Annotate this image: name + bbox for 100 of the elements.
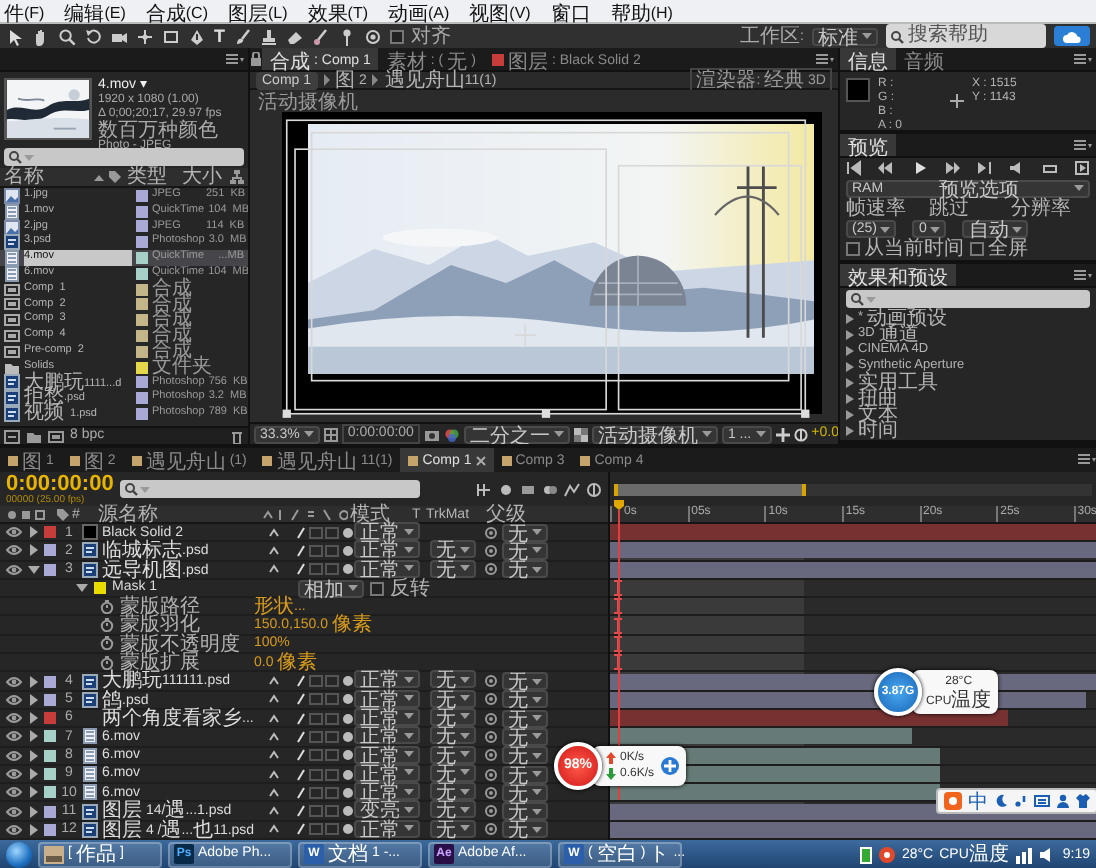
fast-preview-icon[interactable] bbox=[775, 427, 790, 441]
track-matte-dropdown[interactable]: 无 bbox=[430, 745, 476, 764]
close-icon[interactable] bbox=[475, 456, 486, 466]
timecode[interactable]: 0:00:00:00 bbox=[6, 473, 114, 495]
effect-category[interactable]: 文本 bbox=[840, 406, 1096, 422]
composition-icon[interactable] bbox=[48, 429, 64, 443]
checkbox[interactable] bbox=[970, 242, 984, 257]
pan-icon[interactable] bbox=[136, 27, 154, 45]
stopwatch-icon[interactable] bbox=[100, 655, 114, 670]
expand-triangle-icon[interactable] bbox=[28, 730, 40, 743]
track-matte-dropdown[interactable]: 无 bbox=[430, 726, 476, 745]
expand-triangle-icon[interactable] bbox=[28, 768, 40, 780]
parent-dropdown[interactable]: 无 bbox=[502, 820, 548, 839]
brainstorm-icon[interactable] bbox=[586, 481, 602, 497]
blend-mode-dropdown[interactable]: 正常 bbox=[354, 689, 420, 708]
expand-triangle-icon[interactable] bbox=[28, 749, 40, 762]
panel-tab[interactable]: 信息 bbox=[840, 48, 896, 70]
app-tray-icon[interactable] bbox=[877, 845, 896, 863]
keyboard-icon[interactable] bbox=[1034, 794, 1050, 808]
eye-icon[interactable] bbox=[6, 749, 22, 762]
type-tool[interactable]: T bbox=[214, 26, 225, 46]
grid-icon[interactable] bbox=[323, 427, 338, 441]
panel-menu-icon[interactable] bbox=[816, 53, 834, 65]
blend-mode-dropdown[interactable]: 正常 bbox=[354, 819, 420, 838]
panel-menu-icon[interactable] bbox=[226, 53, 244, 65]
trash-icon[interactable] bbox=[230, 429, 244, 443]
eye-icon[interactable] bbox=[6, 526, 22, 539]
eye-icon[interactable] bbox=[6, 768, 22, 780]
search-field[interactable] bbox=[4, 148, 244, 166]
network-icon[interactable] bbox=[1014, 845, 1033, 863]
draft-3d-icon[interactable] bbox=[476, 481, 492, 497]
search-field[interactable] bbox=[846, 290, 1090, 308]
panel-menu-icon[interactable] bbox=[1078, 454, 1096, 466]
eye-icon[interactable] bbox=[6, 712, 22, 725]
sync-button[interactable] bbox=[1054, 26, 1090, 46]
search-field[interactable]: 搜索帮助 bbox=[886, 24, 1046, 48]
checkbox[interactable] bbox=[370, 581, 384, 596]
panel-menu-icon[interactable] bbox=[1074, 269, 1092, 281]
menu-item[interactable]: 窗口 bbox=[550, 1, 591, 23]
graph-editor-icon[interactable] bbox=[564, 481, 580, 497]
pin-icon[interactable] bbox=[337, 27, 355, 45]
ram-preview-icon[interactable] bbox=[1073, 160, 1090, 177]
column-header[interactable]: 模式 bbox=[350, 504, 412, 524]
eye-icon[interactable] bbox=[6, 675, 22, 688]
effect-category[interactable]: 时间 bbox=[840, 422, 1096, 438]
blend-mode-dropdown[interactable]: 正常 bbox=[354, 782, 420, 801]
eye-icon[interactable] bbox=[6, 544, 22, 557]
track-matte-dropdown[interactable]: 无 bbox=[430, 707, 476, 726]
stopwatch-icon[interactable] bbox=[100, 636, 114, 651]
effect-category[interactable]: 扭曲 bbox=[840, 390, 1096, 406]
expand-triangle-icon[interactable] bbox=[28, 712, 40, 725]
parent-dropdown[interactable]: 无 bbox=[502, 690, 548, 709]
input-mode-toggle[interactable]: 中 bbox=[968, 789, 988, 813]
punctuation-icon[interactable] bbox=[1014, 794, 1028, 808]
parent-dropdown[interactable]: 无 bbox=[502, 727, 548, 746]
track-matte-dropdown[interactable]: 无 bbox=[430, 782, 476, 801]
transparency-grid-icon[interactable] bbox=[573, 427, 588, 441]
stamp-icon[interactable] bbox=[259, 27, 277, 45]
user-icon[interactable] bbox=[1056, 794, 1070, 808]
track-matte-dropdown[interactable]: 无 bbox=[430, 763, 476, 782]
blend-mode-dropdown[interactable]: 正常 bbox=[354, 559, 420, 578]
expand-triangle-icon[interactable] bbox=[28, 675, 40, 688]
last-frame-icon[interactable] bbox=[976, 160, 993, 177]
parent-dropdown[interactable]: 无 bbox=[502, 746, 548, 765]
expand-triangle-icon[interactable] bbox=[28, 526, 40, 539]
parent-dropdown[interactable]: 无 bbox=[502, 672, 548, 691]
track-matte-dropdown[interactable]: 无 bbox=[430, 800, 476, 819]
expand-triangle-icon[interactable] bbox=[28, 823, 40, 836]
blend-mode-dropdown[interactable]: 正常 bbox=[354, 745, 420, 764]
blend-mode-dropdown[interactable]: 正常 bbox=[354, 726, 420, 745]
mask-mode-dropdown[interactable]: 相加 bbox=[298, 579, 364, 598]
blend-mode-dropdown[interactable]: 正常 bbox=[354, 763, 420, 782]
effect-category[interactable]: 实用工具 bbox=[840, 374, 1096, 390]
expand-triangle-icon[interactable] bbox=[28, 544, 40, 557]
eye-icon[interactable] bbox=[6, 786, 22, 799]
track-matte-dropdown[interactable]: 无 bbox=[430, 689, 476, 708]
lock-icon[interactable] bbox=[250, 52, 262, 66]
parent-dropdown[interactable]: 无 bbox=[502, 783, 548, 802]
eye-icon[interactable] bbox=[6, 563, 22, 576]
parent-dropdown[interactable]: 无 bbox=[502, 541, 548, 560]
blend-mode-dropdown[interactable]: 变亮 bbox=[354, 800, 420, 819]
roto-brush-icon[interactable] bbox=[311, 27, 329, 45]
parent-dropdown[interactable]: 无 bbox=[502, 802, 548, 821]
magnifier-icon[interactable] bbox=[58, 27, 76, 45]
exposure-icon[interactable] bbox=[793, 427, 808, 441]
camera-icon[interactable] bbox=[110, 27, 128, 45]
blend-mode-dropdown[interactable]: 正常 bbox=[354, 707, 420, 726]
expand-triangle-icon[interactable] bbox=[28, 786, 40, 799]
layer-duration-bar[interactable] bbox=[610, 784, 941, 801]
panel-menu-icon[interactable] bbox=[1074, 139, 1092, 151]
checkbox[interactable] bbox=[389, 29, 403, 43]
eye-icon[interactable] bbox=[6, 730, 22, 743]
column-header[interactable]: 源名称 bbox=[92, 504, 260, 524]
rectangle-tool-icon[interactable] bbox=[162, 27, 180, 45]
resolution-dropdown[interactable]: 二分之一 bbox=[463, 425, 570, 443]
stopwatch-icon[interactable] bbox=[100, 599, 114, 614]
moon-icon[interactable] bbox=[994, 794, 1008, 808]
expand-triangle-icon[interactable] bbox=[28, 805, 40, 818]
eye-icon[interactable] bbox=[6, 805, 22, 818]
column-header[interactable]: 大小 bbox=[182, 166, 222, 188]
